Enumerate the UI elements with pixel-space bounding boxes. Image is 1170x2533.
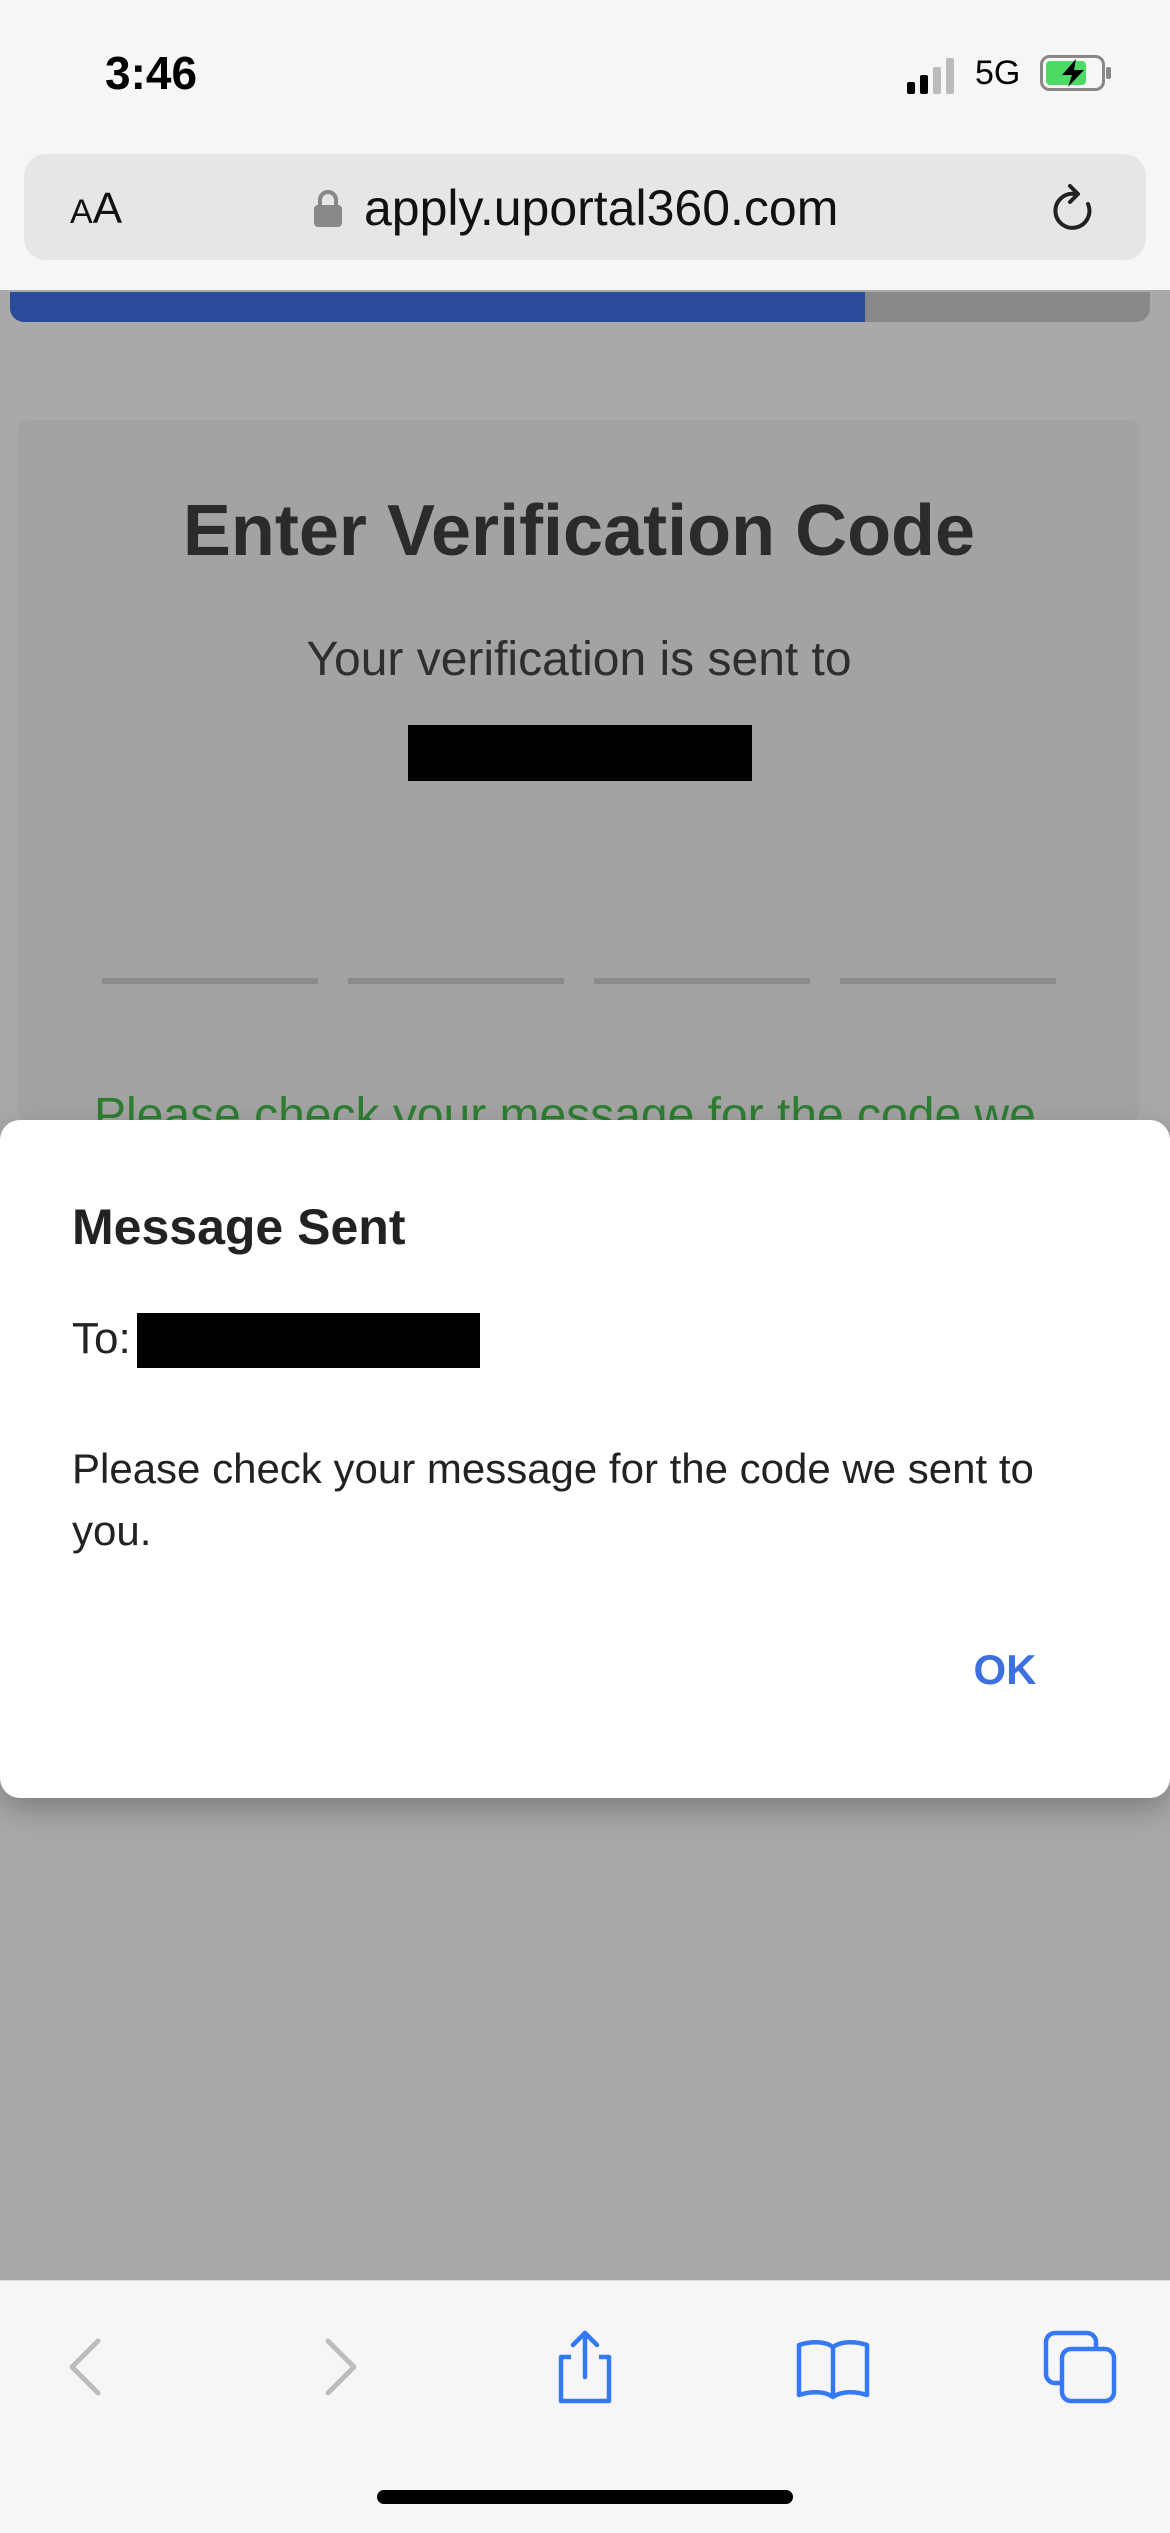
text-size-button[interactable]: AA bbox=[70, 184, 122, 234]
progress-bar bbox=[10, 292, 1150, 322]
reload-icon[interactable] bbox=[1048, 182, 1098, 236]
status-time: 3:46 bbox=[105, 47, 198, 99]
home-indicator bbox=[377, 2490, 793, 2504]
tabs-icon[interactable] bbox=[1042, 2329, 1118, 2405]
text-size-big-a: A bbox=[92, 184, 123, 233]
signal-icon bbox=[907, 58, 954, 94]
url-text[interactable]: apply.uportal360.com bbox=[364, 179, 838, 237]
redacted-recipient-dialog bbox=[137, 1313, 480, 1368]
battery-charging-icon bbox=[1040, 55, 1111, 91]
ok-button[interactable]: OK bbox=[950, 1640, 1060, 1700]
verification-subtitle: Your verification is sent to bbox=[306, 633, 852, 686]
back-icon[interactable] bbox=[50, 2329, 126, 2405]
code-hint-text: Please check your message for the code w… bbox=[94, 1089, 1036, 1120]
bookmarks-icon[interactable] bbox=[795, 2329, 871, 2405]
message-sent-dialog: Message Sent To: Please check your messa… bbox=[0, 1120, 1170, 1798]
code-input-4[interactable] bbox=[840, 978, 1056, 984]
redacted-recipient bbox=[408, 725, 752, 781]
code-input-1[interactable] bbox=[102, 978, 318, 984]
verification-card: Enter Verification Code Your verificatio… bbox=[18, 420, 1140, 1120]
code-input-3[interactable] bbox=[594, 978, 810, 984]
text-size-small-a: A bbox=[70, 193, 93, 231]
code-input-2[interactable] bbox=[348, 978, 564, 984]
page-title: Enter Verification Code bbox=[182, 491, 976, 571]
browser-address-area: AA apply.uportal360.com bbox=[0, 150, 1170, 290]
progress-fill bbox=[10, 292, 865, 322]
share-icon[interactable] bbox=[547, 2329, 623, 2405]
dialog-title: Message Sent bbox=[72, 1199, 406, 1255]
address-bar[interactable]: AA apply.uportal360.com bbox=[24, 154, 1146, 260]
status-bar: 3:46 5G bbox=[0, 0, 1170, 150]
network-label: 5G bbox=[975, 54, 1021, 92]
dialog-to-label: To: bbox=[72, 1314, 131, 1363]
dialog-message: Please check your message for the code w… bbox=[72, 1445, 1034, 1554]
forward-icon[interactable] bbox=[300, 2329, 376, 2405]
lock-icon bbox=[314, 190, 342, 227]
